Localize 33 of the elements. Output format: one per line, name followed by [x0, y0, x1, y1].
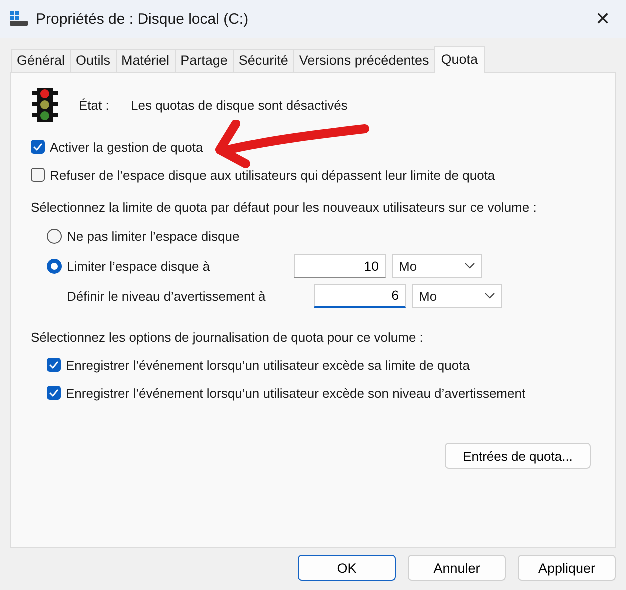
radio-button[interactable] — [47, 228, 62, 244]
chevron-down-icon — [485, 293, 495, 299]
status-text: Les quotas de disque sont désactivés — [131, 98, 348, 112]
checkbox-label[interactable]: Enregistrer l’événement lorsqu’un utilisateur excède sa limite de quota — [66, 358, 470, 372]
number-field[interactable]: 6 — [314, 284, 406, 308]
unit-dropdown[interactable]: Mo — [392, 254, 482, 278]
radio-label[interactable]: Limiter l’espace disque à — [67, 258, 210, 274]
dialog-button[interactable]: Appliquer — [518, 555, 616, 581]
checkbox-label[interactable]: Activer la gestion de quota — [50, 140, 204, 154]
checkbox[interactable] — [47, 386, 61, 400]
chevron-down-icon — [465, 263, 475, 269]
dialog-button[interactable]: OK — [298, 555, 396, 581]
radio-button[interactable] — [47, 258, 62, 274]
dialog-button[interactable]: Annuler — [408, 555, 506, 581]
drive-icon — [10, 11, 28, 27]
checkbox[interactable] — [31, 140, 45, 154]
status-label: État : — [79, 98, 110, 112]
close-button[interactable]: ✕ — [580, 0, 626, 38]
radio-label[interactable]: Ne pas limiter l’espace disque — [67, 228, 240, 244]
checkbox-label[interactable]: Refuser de l’espace disque aux utilisateurs qui dépassent leur limite de quota — [50, 168, 496, 182]
section-heading: Sélectionnez la limite de quota par défaut pour les nouveaux utilisateurs sur ce volume : — [31, 198, 538, 217]
checkbox-label[interactable]: Enregistrer l’événement lorsqu’un utilisateur excède son niveau d’avertissement — [66, 386, 526, 400]
tab[interactable]: Général — [11, 49, 72, 72]
window-title: Propriétés de : Disque local (C:) — [36, 10, 250, 28]
field-label: Définir le niveau d’avertissement à — [67, 288, 267, 304]
section-heading: Sélectionnez les options de journalisation de quota pour ce volume : — [31, 328, 424, 347]
quota-entries-button[interactable]: Entrées de quota... — [445, 443, 591, 469]
checkbox[interactable] — [47, 358, 61, 372]
checkbox[interactable] — [31, 168, 45, 182]
tab[interactable]: Quota — [434, 46, 486, 73]
unit-dropdown[interactable]: Mo — [412, 284, 502, 308]
traffic-light-icon — [31, 87, 59, 123]
number-field[interactable]: 10 — [294, 254, 386, 278]
